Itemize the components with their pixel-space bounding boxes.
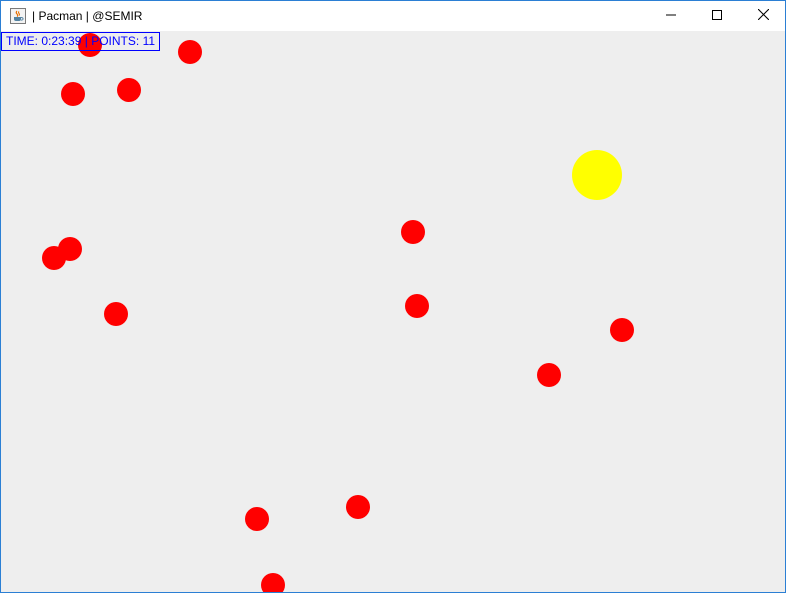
- java-cup-icon: [10, 8, 26, 24]
- window-title: | Pacman | @SEMIR: [32, 9, 143, 23]
- points-value: 11: [142, 34, 156, 48]
- red-dot: [537, 363, 561, 387]
- score-hud: TIME: 0:23:39 | POINTS: 11: [1, 32, 161, 51]
- time-value: 0:23:39: [41, 34, 82, 48]
- red-dot: [42, 246, 66, 270]
- red-dot: [178, 40, 202, 64]
- red-dot: [346, 495, 370, 519]
- red-dot: [61, 82, 85, 106]
- game-canvas[interactable]: TIME: 0:23:39 | POINTS: 11: [1, 31, 785, 592]
- red-dot: [261, 573, 285, 592]
- red-dot: [405, 294, 429, 318]
- hud-separator: |: [84, 34, 88, 48]
- red-dot: [117, 78, 141, 102]
- maximize-icon: [712, 7, 722, 25]
- minimize-icon: [666, 7, 676, 25]
- red-dot: [104, 302, 128, 326]
- time-label: TIME:: [6, 34, 38, 48]
- red-dot: [401, 220, 425, 244]
- red-dot: [610, 318, 634, 342]
- maximize-button[interactable]: [694, 1, 740, 31]
- points-label: POINTS:: [91, 34, 140, 48]
- app-window: | Pacman | @SEMIR TIME: 0:23:39 | POINTS…: [0, 0, 786, 593]
- title-bar[interactable]: | Pacman | @SEMIR: [1, 1, 785, 31]
- pacman: [572, 150, 622, 200]
- close-button[interactable]: [740, 1, 785, 31]
- red-dot: [245, 507, 269, 531]
- minimize-button[interactable]: [648, 1, 694, 31]
- close-icon: [757, 7, 769, 25]
